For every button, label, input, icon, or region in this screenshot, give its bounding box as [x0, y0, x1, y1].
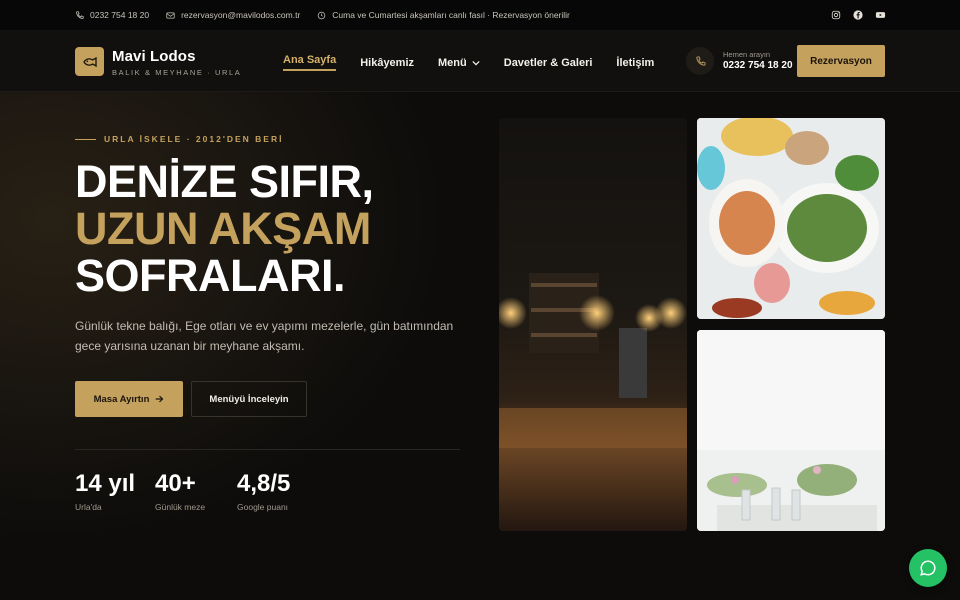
stat-rating-value: 4,8/5 — [237, 470, 291, 497]
clock-icon — [318, 11, 326, 19]
topbar-notice: Cuma ve Cumartesi akşamları canlı fasıl … — [317, 10, 570, 20]
nav-events-gallery[interactable]: Davetler & Galeri — [504, 54, 593, 71]
stat-years-value: 14 yıl — [75, 470, 136, 497]
brand-tagline: BALIK & MEYHANE · URLA — [112, 68, 242, 77]
stat-rating-label: Google puanı — [237, 502, 289, 512]
phone-icon — [695, 55, 706, 66]
stat-meze-label: Günlük meze — [155, 502, 206, 512]
youtube-icon[interactable] — [875, 10, 886, 20]
bar-interior-photo — [499, 118, 687, 531]
nav-story-label: Hikâyemiz — [360, 56, 415, 69]
topbar-email-text: rezervasyon@mavilodos.com.tr — [181, 10, 301, 20]
facebook-icon[interactable] — [853, 10, 863, 20]
topbar-phone-text: 0232 754 18 20 — [90, 10, 150, 20]
nav-contact[interactable]: İletişim — [616, 54, 654, 71]
main-header: Mavi Lodos BALIK & MEYHANE · URLA Ana Sa… — [0, 30, 960, 92]
stat-years-label: Urla'da — [75, 502, 102, 512]
nav-menu-label: Menü — [438, 56, 467, 69]
phone-icon — [76, 10, 84, 19]
header-phone-button[interactable] — [686, 47, 714, 75]
fish-logo-icon — [82, 56, 97, 67]
mail-icon — [166, 12, 175, 18]
stat-rating: 4,8/5 Google puanı — [237, 470, 290, 512]
book-table-label: Masa Ayırtın — [93, 393, 150, 405]
event-table-photo — [697, 330, 885, 531]
hero-description: Günlük tekne balığı, Ege otları ve ev ya… — [75, 319, 454, 353]
header-phone-label: Hemen arayın — [723, 50, 771, 59]
logo-mark[interactable] — [75, 47, 104, 76]
hero-headline: DENİZE SIFIR, UZUN AKŞAM SOFRALARI. — [75, 158, 374, 299]
topbar-phone[interactable]: 0232 754 18 20 — [75, 10, 149, 20]
stat-meze: 40+ Günlük meze — [155, 470, 205, 512]
stat-meze-value: 40+ — [155, 470, 196, 497]
eyebrow-text: URLA İSKELE · 2012'DEN BERİ — [104, 134, 284, 144]
meze-plates-photo — [697, 118, 885, 319]
header-phone-number[interactable]: 0232 754 18 20 — [723, 60, 793, 71]
stats-divider — [75, 449, 460, 450]
topbar-notice-text: Cuma ve Cumartesi akşamları canlı fasıl … — [332, 10, 570, 20]
instagram-icon[interactable] — [831, 10, 841, 20]
nav-home-label: Ana Sayfa — [283, 54, 337, 66]
chevron-down-icon — [472, 60, 480, 65]
nav-home[interactable]: Ana Sayfa — [283, 54, 337, 71]
topbar-email[interactable]: rezervasyon@mavilodos.com.tr — [166, 10, 300, 20]
main-nav: Ana Sayfa Hikâyemiz Menü Davetler & Gale… — [283, 54, 678, 71]
header-reservation-button[interactable]: Rezervasyon — [797, 45, 885, 77]
brand-name[interactable]: Mavi Lodos — [112, 48, 196, 65]
book-table-button[interactable]: Masa Ayırtın — [75, 381, 183, 417]
eyebrow-line — [75, 138, 96, 140]
arrow-right-icon — [156, 395, 164, 403]
social-links — [831, 10, 886, 20]
headline-line-3: SOFRALARI. — [75, 250, 345, 301]
top-info-bar: 0232 754 18 20 rezervasyon@mavilodos.com… — [0, 0, 960, 30]
stat-years: 14 yıl Urla'da — [75, 470, 135, 512]
chat-icon — [920, 560, 936, 576]
nav-story[interactable]: Hikâyemiz — [360, 54, 414, 71]
nav-menu[interactable]: Menü — [438, 54, 480, 71]
nav-events-label: Davetler & Galeri — [503, 56, 593, 69]
headline-line-1: DENİZE SIFIR, — [75, 156, 374, 207]
view-menu-button[interactable]: Menüyü İnceleyin — [191, 381, 307, 417]
chat-button[interactable] — [909, 549, 947, 587]
hero-eyebrow: URLA İSKELE · 2012'DEN BERİ — [75, 134, 283, 144]
headline-line-2: UZUN AKŞAM — [75, 203, 371, 254]
nav-contact-label: İletişim — [616, 56, 655, 69]
